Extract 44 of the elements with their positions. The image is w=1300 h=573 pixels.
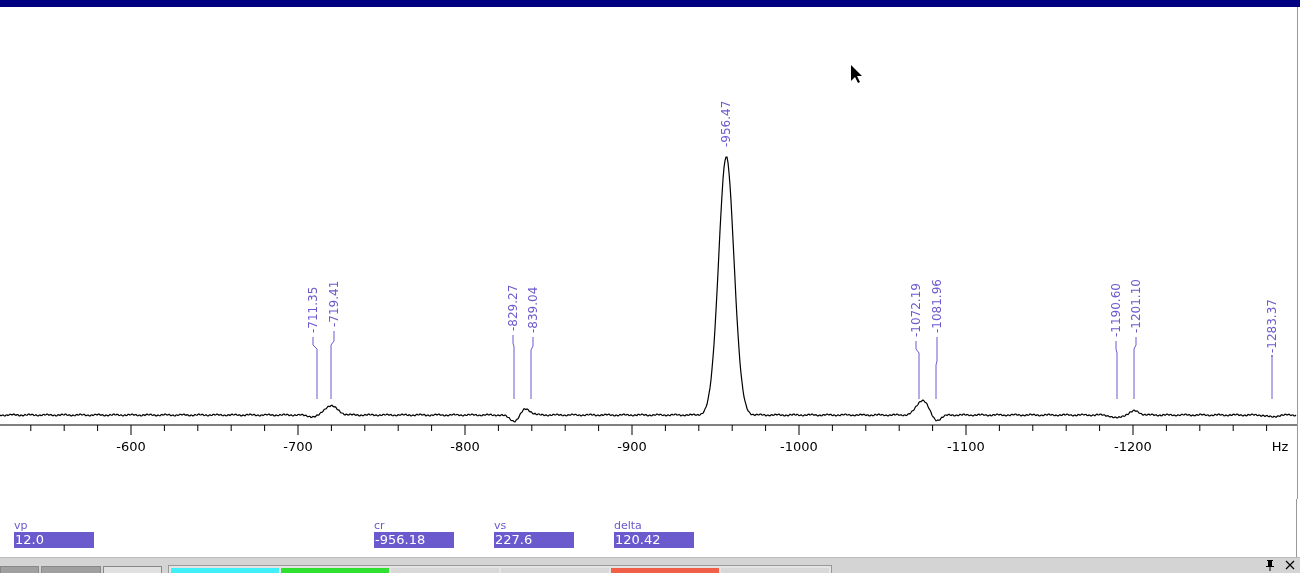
parameter-value-field[interactable]: 227.6 bbox=[494, 532, 574, 548]
close-icon[interactable] bbox=[1284, 559, 1296, 571]
parameter-label: vs bbox=[494, 519, 508, 532]
parameter-value-field[interactable]: -956.18 bbox=[374, 532, 454, 548]
axis-unit-label: Hz bbox=[1271, 439, 1289, 454]
parameter-label: delta bbox=[614, 519, 643, 532]
peak-marker-line bbox=[512, 334, 515, 400]
peak-marker-line bbox=[330, 330, 335, 400]
pin-icon[interactable] bbox=[1264, 559, 1276, 571]
peak-marker-line bbox=[935, 336, 938, 400]
toolbar-tab[interactable] bbox=[0, 566, 39, 573]
toolbar-segment[interactable] bbox=[611, 568, 719, 573]
peak-marker-line bbox=[1133, 336, 1137, 400]
cursor-icon bbox=[851, 65, 862, 83]
peak-label: -839.04 bbox=[526, 286, 540, 333]
peak-label: -1201.10 bbox=[1129, 279, 1143, 333]
peak-label: -1283.37 bbox=[1265, 299, 1279, 353]
peak-marker-line bbox=[915, 340, 920, 400]
axis-tick-label: -1200 bbox=[1114, 439, 1152, 454]
peak-label: -829.27 bbox=[506, 284, 520, 331]
peak-label: -1072.19 bbox=[909, 283, 923, 337]
toolbar-tab[interactable] bbox=[103, 566, 162, 573]
axis-tick-label: -1100 bbox=[947, 439, 985, 454]
peak-marker-line bbox=[1271, 354, 1273, 400]
toolbar-segment[interactable] bbox=[281, 568, 389, 573]
axis-tick-label: -600 bbox=[116, 439, 146, 454]
axis-tick-label: -800 bbox=[450, 439, 480, 454]
parameter-label: cr bbox=[374, 519, 386, 532]
parameter-value-field[interactable]: 120.42 bbox=[614, 532, 694, 548]
axis-tick-label: -900 bbox=[617, 439, 647, 454]
peak-label: -1081.96 bbox=[930, 279, 944, 333]
peak-marker-line bbox=[530, 336, 534, 400]
peak-label: -956.47 bbox=[719, 100, 733, 147]
toolbar-segment[interactable] bbox=[171, 568, 279, 573]
peak-label: -711.35 bbox=[306, 286, 320, 333]
peak-marker-line bbox=[1115, 340, 1118, 400]
axis-tick-label: -1000 bbox=[780, 439, 818, 454]
peak-label: -719.41 bbox=[327, 280, 341, 327]
parameter-value-field[interactable]: 12.0 bbox=[14, 532, 94, 548]
peak-label: -1190.60 bbox=[1109, 283, 1123, 337]
peak-marker-line bbox=[312, 336, 318, 400]
axis-tick-label: -700 bbox=[283, 439, 313, 454]
toolbar-tab[interactable] bbox=[41, 566, 101, 573]
parameter-label: vp bbox=[14, 519, 29, 532]
